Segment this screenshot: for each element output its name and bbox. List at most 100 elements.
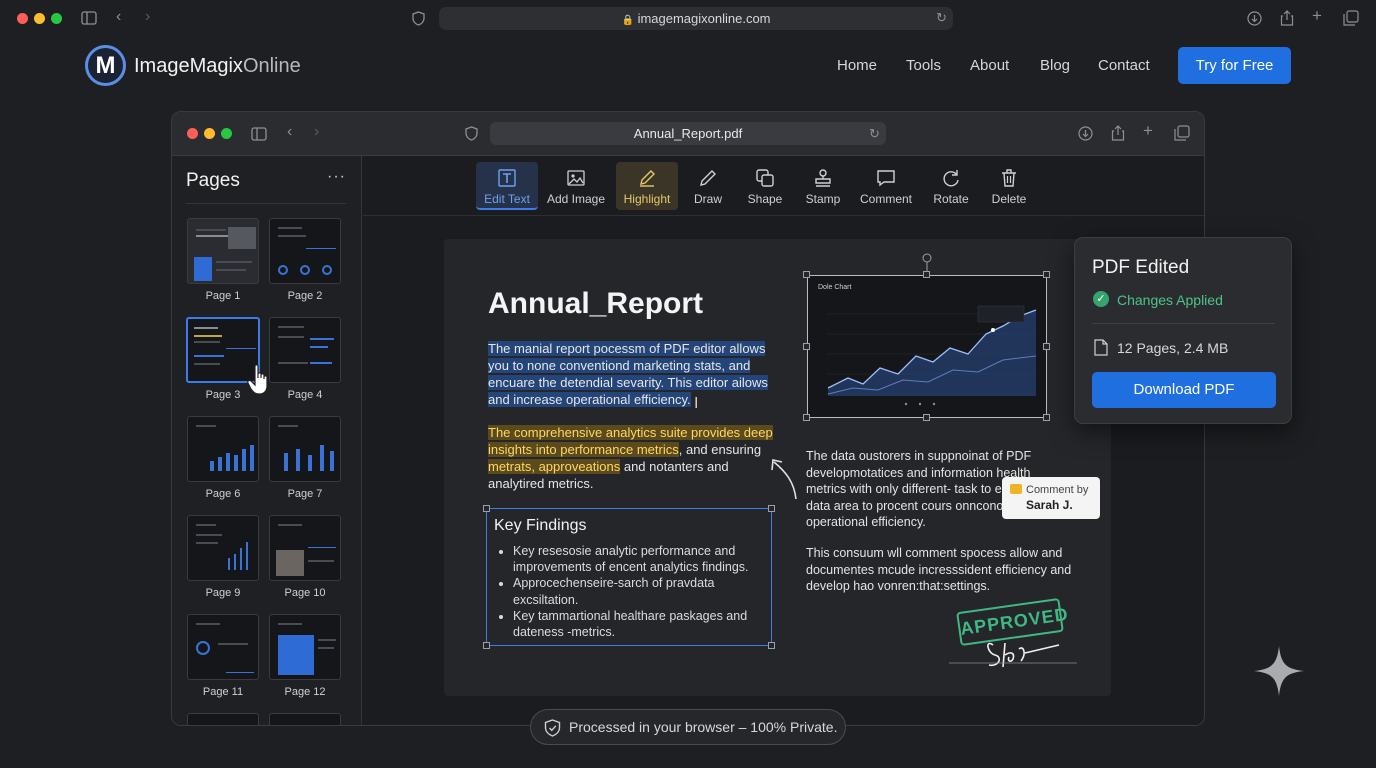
document-title[interactable]: Annual_Report — [488, 287, 703, 321]
comment-author: Sarah J. — [1026, 498, 1073, 512]
logo-letter: M — [95, 52, 116, 79]
page-thumbnail-14[interactable] — [269, 713, 341, 725]
tabs-overview-icon[interactable] — [1343, 10, 1359, 28]
app-forward-icon[interactable]: › — [314, 124, 319, 140]
resize-handle-tr[interactable] — [768, 505, 775, 512]
page-thumbnail-1[interactable] — [187, 218, 259, 284]
list-item: Approcechenseire-sarch of pravdata excsi… — [513, 575, 769, 607]
app-download-icon[interactable] — [1078, 126, 1093, 143]
shape-icon — [756, 169, 774, 187]
try-for-free-button[interactable]: Try for Free — [1178, 47, 1291, 84]
maximize-window-button[interactable] — [51, 13, 62, 24]
tool-label: Comment — [859, 192, 912, 206]
shield-icon[interactable] — [412, 11, 425, 28]
tool-edit-text[interactable]: Edit Text — [476, 162, 538, 210]
tool-add-image[interactable]: Add Image — [545, 162, 607, 210]
page-label-6: Page 6 — [205, 488, 241, 500]
chart-handle-mr[interactable] — [1043, 343, 1050, 350]
resize-handle-tl[interactable] — [483, 505, 490, 512]
share-icon[interactable] — [1280, 10, 1294, 28]
app-close-button[interactable] — [187, 128, 198, 139]
nav-home[interactable]: Home — [837, 57, 877, 74]
chart-handle-tl[interactable] — [803, 271, 810, 278]
page-thumbnail-12[interactable] — [269, 614, 341, 680]
download-icon[interactable] — [1247, 11, 1262, 28]
tool-label: Add Image — [546, 192, 606, 206]
page-thumbnail-2[interactable] — [269, 218, 341, 284]
card-title: PDF Edited — [1092, 257, 1190, 278]
more-options-icon[interactable]: ··· — [327, 168, 346, 186]
tool-label: Delete — [991, 192, 1027, 206]
app-back-icon[interactable]: ‹ — [287, 124, 292, 140]
app-reload-icon[interactable]: ↻ — [869, 127, 880, 141]
trash-icon — [1002, 169, 1016, 187]
image-icon — [567, 170, 585, 186]
page-thumbnail-7[interactable] — [269, 416, 341, 482]
app-address-bar[interactable]: Annual_Report.pdf — [490, 122, 886, 145]
list-item: Key resesosie analytic performance and i… — [513, 543, 769, 575]
tool-delete[interactable]: Delete — [978, 162, 1040, 210]
comment-tooltip[interactable]: Comment by Sarah J. — [1002, 477, 1100, 519]
page-thumbnail-10[interactable] — [269, 515, 341, 581]
key-findings-box[interactable]: Key Findings Key resesosie analytic perf… — [483, 505, 775, 649]
page-thumbnail-6[interactable] — [187, 416, 259, 482]
sidebar-toggle-icon[interactable] — [81, 11, 97, 27]
brand-name[interactable]: ImageMagixOnline — [134, 55, 301, 78]
logo[interactable]: M — [85, 45, 126, 86]
nav-tools[interactable]: Tools — [906, 57, 941, 74]
tool-comment[interactable]: Comment — [855, 162, 917, 210]
minimize-window-button[interactable] — [34, 13, 45, 24]
nav-blog[interactable]: Blog — [1040, 57, 1070, 74]
document-page[interactable]: Annual_Report The manial report pocessm … — [444, 239, 1111, 696]
page-label-11: Page 11 — [202, 686, 244, 698]
tool-stamp[interactable]: Stamp — [792, 162, 854, 210]
app-minimize-button[interactable] — [204, 128, 215, 139]
app-shield-icon[interactable] — [465, 126, 478, 143]
nav-about[interactable]: About — [970, 57, 1009, 74]
app-new-tab-icon[interactable]: + — [1143, 122, 1153, 139]
close-window-button[interactable] — [17, 13, 28, 24]
app-sidebar-toggle-icon[interactable] — [251, 127, 267, 143]
list-item: Key tammartional healthare paskages and … — [513, 608, 769, 640]
chart-handle-tm[interactable] — [923, 271, 930, 278]
highlighted-paragraph[interactable]: The comprehensive analytics suite provid… — [488, 424, 778, 492]
paragraph-mid: , and ensuring — [678, 442, 762, 457]
download-pdf-button[interactable]: Download PDF — [1092, 372, 1276, 408]
signature[interactable] — [949, 631, 1079, 673]
arrow-annotation[interactable] — [766, 454, 806, 502]
app-tabs-overview-icon[interactable] — [1174, 125, 1190, 143]
address-bar[interactable]: 🔒 imagemagixonline.com — [439, 7, 953, 30]
editor-toolbar: Edit Text Add Image Highlight Draw Shape… — [363, 156, 1204, 216]
text-cursor-icon: I — [694, 395, 699, 412]
page-thumbnail-11[interactable] — [187, 614, 259, 680]
brand-main: ImageMagix — [134, 55, 243, 77]
chart-handle-tr[interactable] — [1043, 271, 1050, 278]
pdf-edited-card: PDF Edited ✓ Changes Applied 12 Pages, 2… — [1074, 237, 1292, 424]
page-thumbnail-9[interactable] — [187, 515, 259, 581]
chart-handle-bl[interactable] — [803, 414, 810, 421]
highlight-2: metrats, approveations — [488, 459, 621, 474]
new-tab-icon[interactable]: + — [1312, 7, 1322, 24]
app-window-toolbar: ‹ › Annual_Report.pdf ↻ + — [172, 112, 1204, 156]
resize-handle-bl[interactable] — [483, 642, 490, 649]
right-paragraph-2[interactable]: This consuum wll comment spocess allow a… — [806, 545, 1076, 595]
chart-handle-br[interactable] — [1043, 414, 1050, 421]
chart-handle-ml[interactable] — [803, 343, 810, 350]
tool-highlight[interactable]: Highlight — [616, 162, 678, 210]
key-findings-list: Key resesosie analytic performance and i… — [511, 543, 769, 640]
page-label-12: Page 12 — [284, 686, 326, 698]
resize-handle-br[interactable] — [768, 642, 775, 649]
page-label-7: Page 7 — [287, 488, 323, 500]
nav-contact[interactable]: Contact — [1098, 57, 1150, 74]
back-icon[interactable]: ‹ — [116, 9, 121, 25]
rotate-icon — [943, 170, 959, 187]
app-maximize-button[interactable] — [221, 128, 232, 139]
selected-paragraph[interactable]: The manial report pocessm of PDF editor … — [488, 340, 778, 408]
shield-check-icon — [544, 719, 561, 737]
chart-handle-bm[interactable] — [923, 414, 930, 421]
reload-icon[interactable]: ↻ — [936, 11, 947, 25]
app-share-icon[interactable] — [1111, 125, 1125, 143]
page-thumbnail-4[interactable] — [269, 317, 341, 383]
forward-icon[interactable]: › — [145, 9, 150, 25]
page-thumbnail-13[interactable] — [187, 713, 259, 725]
